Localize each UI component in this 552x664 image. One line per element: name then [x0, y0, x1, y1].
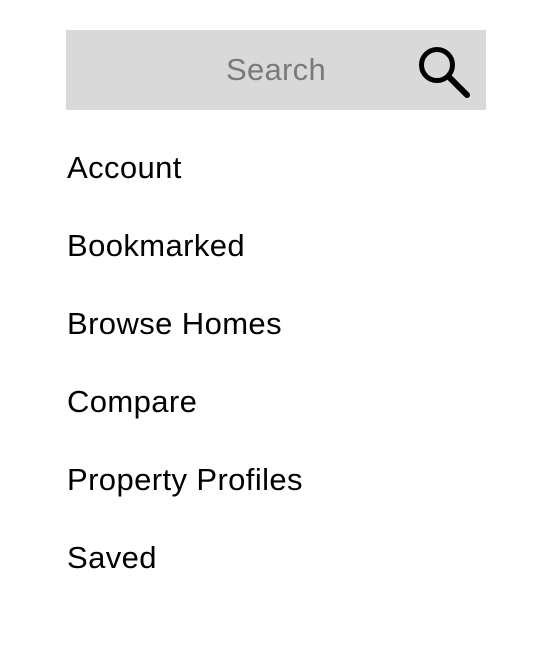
menu-item-account[interactable]: Account	[67, 140, 303, 218]
menu-list: Account Bookmarked Browse Homes Compare …	[67, 140, 303, 608]
menu-item-bookmarked[interactable]: Bookmarked	[67, 218, 303, 296]
menu-item-browse-homes[interactable]: Browse Homes	[67, 296, 303, 374]
search-icon[interactable]	[416, 44, 472, 100]
menu-item-property-profiles[interactable]: Property Profiles	[67, 452, 303, 530]
menu-item-saved[interactable]: Saved	[67, 530, 303, 608]
menu-item-compare[interactable]: Compare	[67, 374, 303, 452]
